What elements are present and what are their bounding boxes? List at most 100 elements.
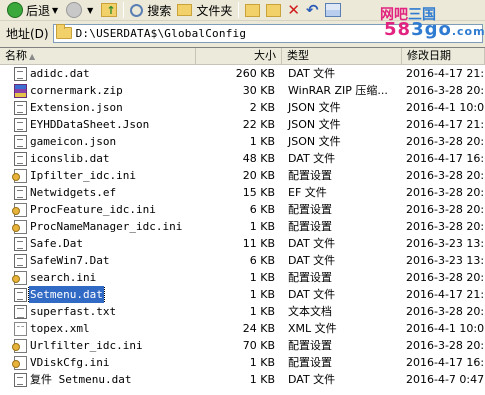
xml-file-icon [14, 321, 27, 336]
file-row[interactable]: VDiskCfg.ini 1 KB 配置设置 2016-4-17 16: [0, 354, 485, 371]
file-size: 2 KB [249, 101, 275, 114]
file-row[interactable]: Urlfilter_idc.ini 70 KB 配置设置 2016-3-28 20: [0, 337, 485, 354]
file-name-cell[interactable]: search.ini [0, 269, 196, 286]
doc-file-icon [14, 100, 27, 115]
file-name-cell[interactable]: EYHDDataSheet.Json [0, 116, 196, 133]
toolbar-separator [238, 2, 240, 18]
file-size: 1 KB [249, 220, 275, 233]
file-row[interactable]: SafeWin7.Dat 6 KB DAT 文件 2016-3-23 13: [0, 252, 485, 269]
file-type: DAT 文件 [288, 67, 336, 80]
file-size: 20 KB [242, 169, 275, 182]
file-name-cell[interactable]: Safe.Dat [0, 235, 196, 252]
column-header-name[interactable]: 名称 ▲ [0, 48, 196, 65]
file-size: 24 KB [242, 322, 275, 335]
file-row[interactable]: search.ini 1 KB 配置设置 2016-3-28 20: [0, 269, 485, 286]
column-header-date[interactable]: 修改日期 [402, 48, 485, 65]
file-name-cell[interactable]: iconslib.dat [0, 150, 196, 167]
undo-icon: ↶ [305, 0, 319, 19]
file-list[interactable]: 名称 ▲ 大小 类型 修改日期 adidc.dat 260 KB DAT 文件 2016… [0, 47, 485, 395]
file-name: search.ini [30, 271, 97, 284]
file-type: 配置设置 [288, 271, 332, 284]
file-row[interactable]: Setmenu.dat 1 KB DAT 文件 2016-4-17 21: [0, 286, 485, 303]
file-name-cell[interactable]: SafeWin7.Dat [0, 252, 196, 269]
file-name-cell[interactable]: Extension.json [0, 99, 196, 116]
file-size: 6 KB [249, 254, 275, 267]
copy-to-button[interactable] [263, 1, 284, 20]
txt-file-icon [14, 304, 27, 319]
file-name-cell[interactable]: Setmenu.dat [0, 286, 196, 303]
file-name-cell[interactable]: adidc.dat [0, 65, 196, 82]
folders-button[interactable]: 文件夹 [174, 1, 235, 20]
doc-file-icon [14, 372, 27, 387]
file-name: ProcNameManager_idc.ini [30, 220, 183, 233]
file-name-cell[interactable]: superfast.txt [0, 303, 196, 320]
forward-button[interactable]: ▼ [63, 1, 98, 20]
file-date: 2016-3-28 20: [406, 186, 485, 199]
file-name-cell[interactable]: topex.xml [0, 320, 196, 337]
up-folder-icon: ↑ [101, 3, 118, 17]
column-header-size[interactable]: 大小 [196, 48, 282, 65]
file-size: 1 KB [249, 305, 275, 318]
file-size: 70 KB [242, 339, 275, 352]
file-name-cell[interactable]: VDiskCfg.ini [0, 354, 196, 371]
file-row[interactable]: 复件 Setmenu.dat 1 KB DAT 文件 2016-4-7 0:47 [0, 371, 485, 388]
move-to-button[interactable] [242, 1, 263, 20]
file-type: JSON 文件 [288, 135, 341, 148]
file-name-cell[interactable]: ProcFeature_idc.ini [0, 201, 196, 218]
file-size: 22 KB [242, 118, 275, 131]
folders-icon [177, 4, 193, 16]
file-type: DAT 文件 [288, 152, 336, 165]
file-name-cell[interactable]: Urlfilter_idc.ini [0, 337, 196, 354]
file-row[interactable]: topex.xml 24 KB XML 文件 2016-4-1 10:0 [0, 320, 485, 337]
file-date: 2016-3-28 20: [406, 169, 485, 182]
chevron-down-icon[interactable]: ▼ [52, 6, 58, 15]
file-row[interactable]: iconslib.dat 48 KB DAT 文件 2016-4-17 16: [0, 150, 485, 167]
folders-label: 文件夹 [196, 3, 233, 18]
file-name-cell[interactable]: 复件 Setmenu.dat [0, 371, 196, 388]
file-row[interactable]: gameicon.json 1 KB JSON 文件 2016-3-28 20: [0, 133, 485, 150]
file-date: 2016-3-28 20: [406, 135, 485, 148]
file-row[interactable]: adidc.dat 260 KB DAT 文件 2016-4-17 21: [0, 65, 485, 82]
delete-button[interactable]: ✕ [284, 1, 303, 20]
file-name-cell[interactable]: Ipfilter_idc.ini [0, 167, 196, 184]
back-button[interactable]: 后退 ▼ [4, 1, 63, 20]
file-row[interactable]: superfast.txt 1 KB 文本文档 2016-3-28 20: [0, 303, 485, 320]
file-date: 2016-3-23 13: [406, 237, 485, 250]
column-header-type[interactable]: 类型 [282, 48, 402, 65]
zip-file-icon [14, 83, 27, 98]
views-button[interactable] [322, 1, 344, 20]
up-folder-button[interactable]: ↑ [98, 1, 120, 20]
file-row[interactable]: EYHDDataSheet.Json 22 KB JSON 文件 2016-4-17 … [0, 116, 485, 133]
watermark-logo: 网吧三国 583go.com [380, 4, 485, 44]
forward-arrow-icon [66, 2, 83, 18]
file-name-cell[interactable]: gameicon.json [0, 133, 196, 150]
file-row[interactable]: Ipfilter_idc.ini 20 KB 配置设置 2016-3-28 20: [0, 167, 485, 184]
doc-file-icon [14, 117, 27, 132]
file-size: 48 KB [242, 152, 275, 165]
address-label: 地址(D) [6, 26, 49, 41]
file-date: 2016-4-17 21: [406, 118, 485, 131]
file-row[interactable]: Netwidgets.ef 15 KB EF 文件 2016-3-28 20: [0, 184, 485, 201]
file-row[interactable]: ProcNameManager_idc.ini 1 KB 配置设置 2016-3-28… [0, 218, 485, 235]
file-row[interactable]: ProcFeature_idc.ini 6 KB 配置设置 2016-3-28 20: [0, 201, 485, 218]
undo-button[interactable]: ↶ [303, 1, 322, 20]
file-date: 2016-4-17 16: [406, 356, 485, 369]
file-name-cell[interactable]: Netwidgets.ef [0, 184, 196, 201]
file-type: DAT 文件 [288, 373, 336, 386]
file-row[interactable]: cornermark.zip 30 KB WinRAR ZIP 压缩... 2016-… [0, 82, 485, 99]
file-date: 2016-3-28 20: [406, 271, 485, 284]
file-size: 260 KB [235, 67, 275, 80]
file-row[interactable]: Safe.Dat 11 KB DAT 文件 2016-3-23 13: [0, 235, 485, 252]
file-name: Urlfilter_idc.ini [30, 339, 143, 352]
file-name-cell[interactable]: cornermark.zip [0, 82, 196, 99]
file-row[interactable]: Extension.json 2 KB JSON 文件 2016-4-1 10:0 [0, 99, 485, 116]
file-type: JSON 文件 [288, 118, 341, 131]
chevron-down-icon[interactable]: ▼ [87, 6, 93, 15]
doc-file-icon [14, 287, 27, 302]
doc-file-icon [14, 185, 27, 200]
watermark-bottom-b: 3go [411, 19, 452, 40]
search-button[interactable]: 搜索 [127, 1, 174, 20]
file-name: Safe.Dat [30, 237, 83, 250]
back-label: 后退 [26, 3, 51, 18]
file-name-cell[interactable]: ProcNameManager_idc.ini [0, 218, 196, 235]
